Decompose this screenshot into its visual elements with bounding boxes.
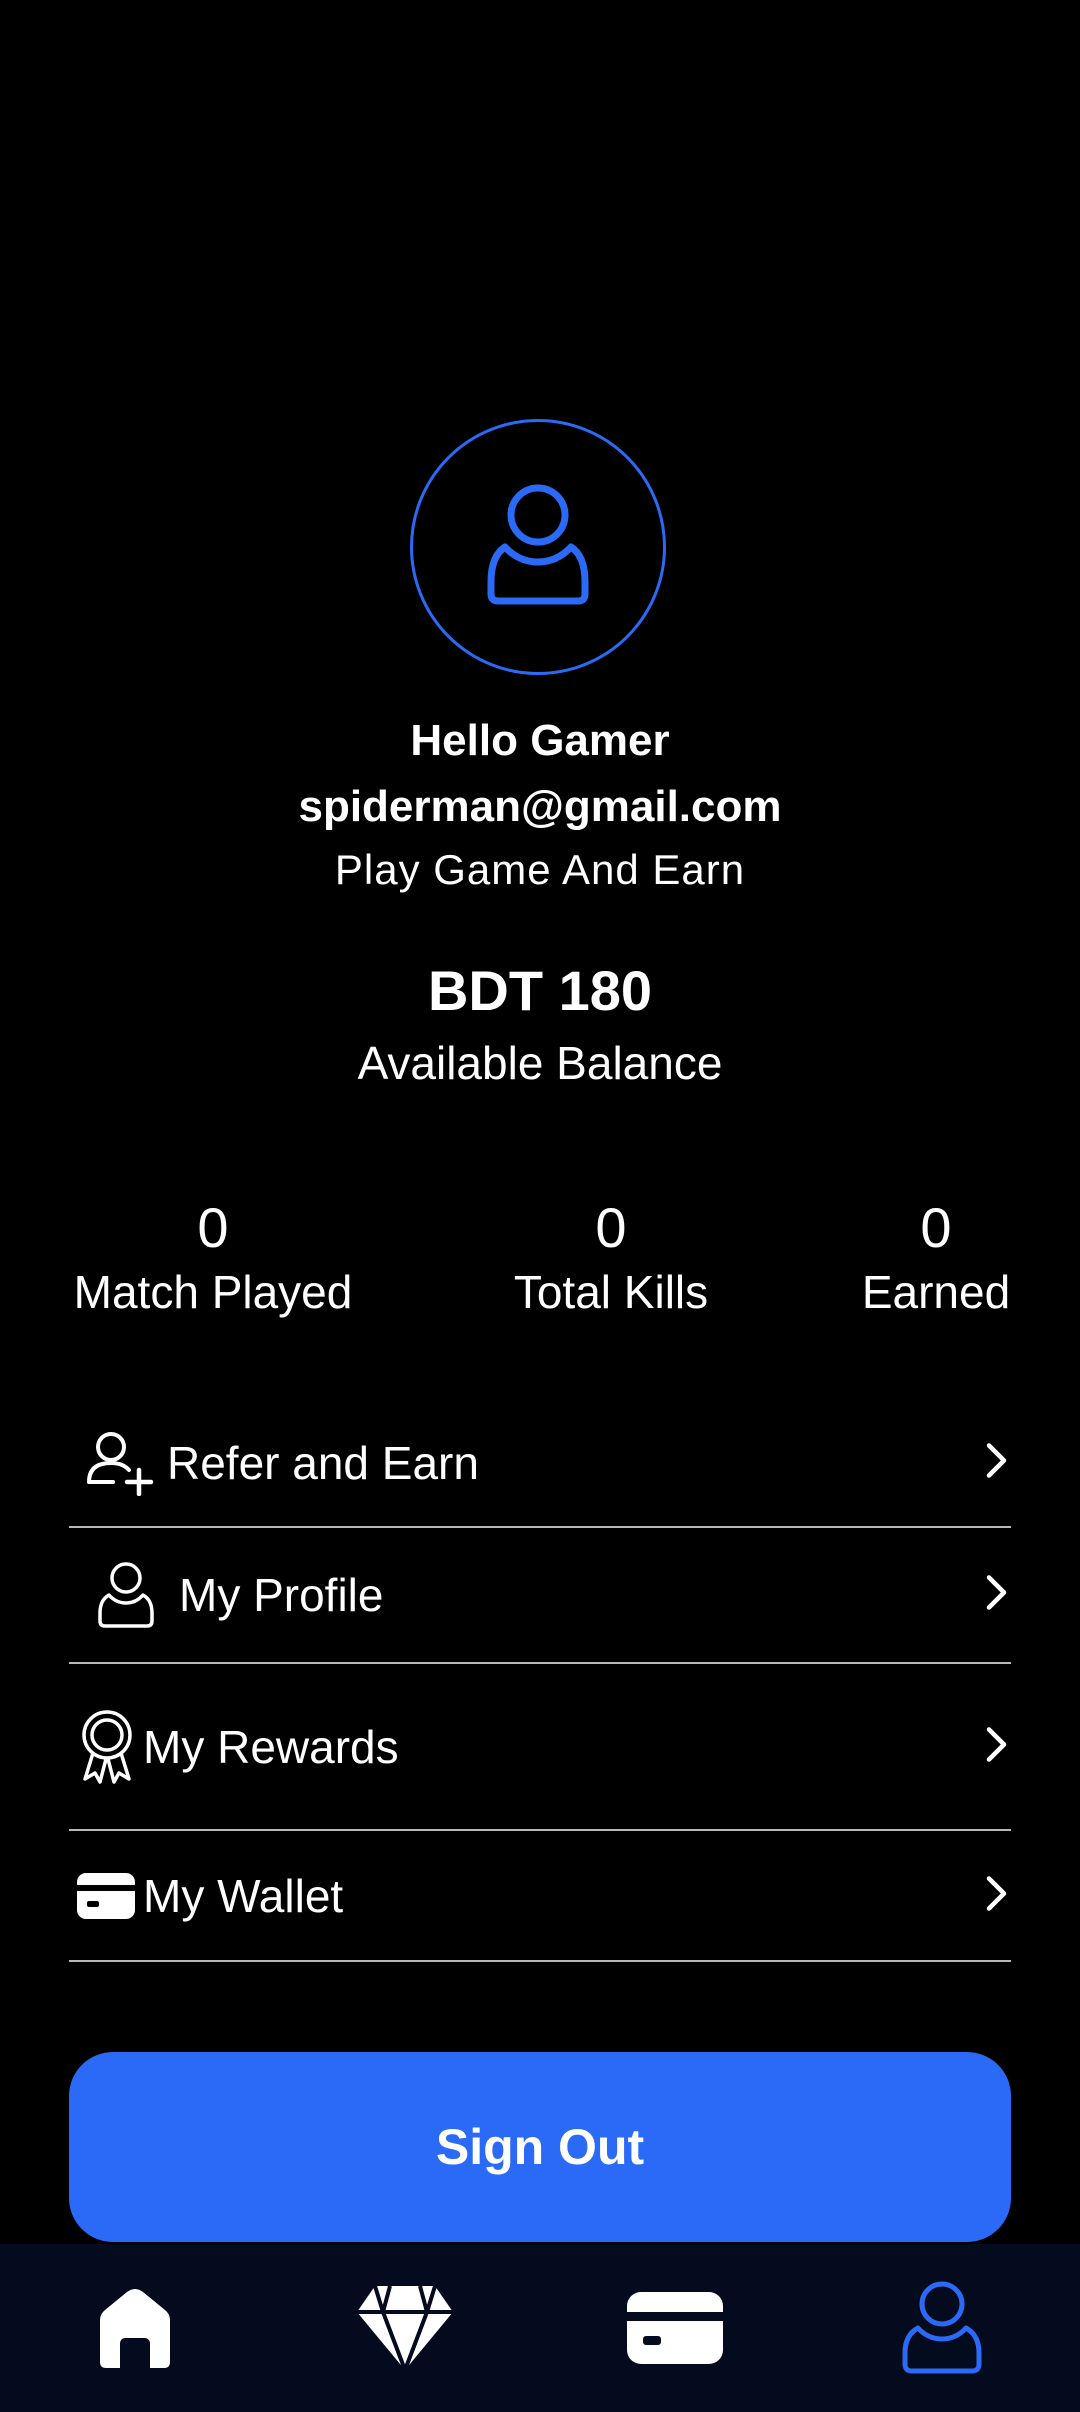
menu-item-label: Refer and Earn [167, 1437, 479, 1489]
chevron-right-icon [981, 1441, 1011, 1486]
user-icon [97, 1561, 155, 1629]
tagline-text: Play Game And Earn [334, 846, 746, 893]
stat-label: Earned [861, 1266, 1011, 1318]
avatar [410, 419, 666, 675]
menu-item-label: My Wallet [143, 1869, 344, 1922]
bottom-nav [0, 2244, 1080, 2412]
menu-item-refer-and-earn[interactable]: Refer and Earn [69, 1400, 1011, 1528]
stat-value: 0 [920, 1196, 952, 1259]
menu-item-my-rewards[interactable]: My Rewards [69, 1664, 1011, 1831]
nav-wallet[interactable] [605, 2244, 745, 2412]
award-ribbon-icon [79, 1709, 135, 1785]
stat-value: 0 [595, 1196, 627, 1259]
diamond-icon [357, 2285, 453, 2372]
stat-label: Match Played [73, 1266, 353, 1318]
stat-earned: 0 Earned [862, 1196, 1010, 1320]
home-icon [100, 2289, 170, 2368]
add-user-icon [85, 1430, 157, 1496]
wallet-card-icon [627, 2292, 723, 2364]
greeting-text: Hello Gamer [410, 716, 670, 765]
sign-out-button[interactable]: Sign Out [69, 2052, 1011, 2242]
menu-item-label: My Profile [179, 1569, 384, 1621]
stat-match-played: 0 Match Played [74, 1196, 353, 1320]
user-icon [902, 2281, 982, 2374]
balance-label: Available Balance [357, 1037, 723, 1089]
profile-menu: Refer and Earn My Profile My Rewards My … [69, 1400, 1011, 1962]
nav-diamond[interactable] [335, 2244, 475, 2412]
nav-home[interactable] [65, 2244, 205, 2412]
chevron-right-icon [981, 1724, 1011, 1769]
balance-amount: BDT 180 [427, 959, 653, 1022]
chevron-right-icon [981, 1873, 1011, 1918]
chevron-right-icon [981, 1573, 1011, 1618]
stat-label: Total Kills [513, 1266, 709, 1318]
wallet-card-icon [77, 1872, 135, 1919]
menu-item-my-wallet[interactable]: My Wallet [69, 1831, 1011, 1962]
nav-profile[interactable] [872, 2244, 1012, 2412]
user-icon [487, 484, 589, 605]
user-email: spiderman@gmail.com [298, 782, 782, 831]
stat-value: 0 [197, 1196, 229, 1259]
menu-item-my-profile[interactable]: My Profile [69, 1528, 1011, 1664]
stat-total-kills: 0 Total Kills [514, 1196, 708, 1320]
menu-item-label: My Rewards [143, 1720, 399, 1773]
